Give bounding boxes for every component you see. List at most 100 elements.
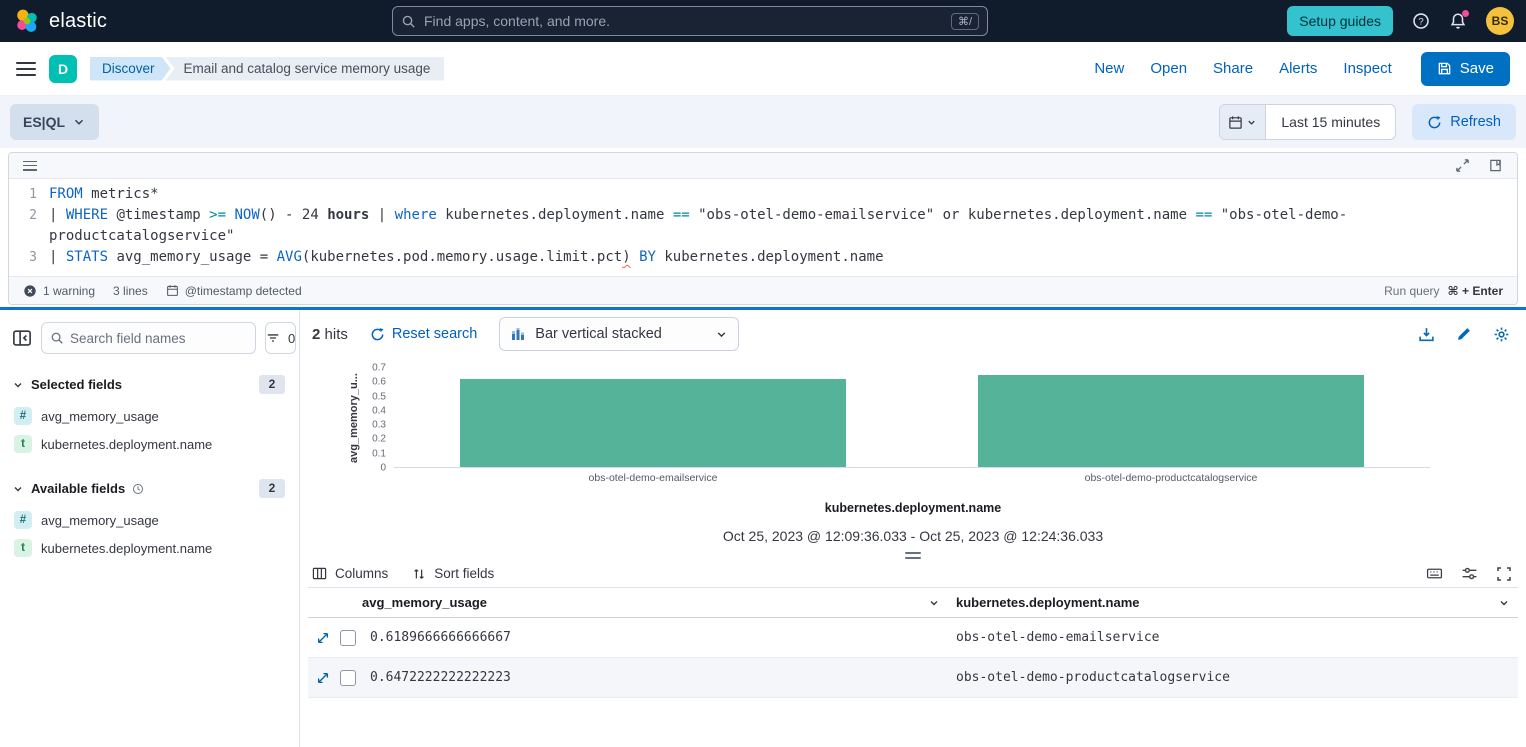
y-tick-label: 0.1 — [372, 448, 386, 459]
x-category-label: obs-otel-demo-emailservice — [394, 472, 912, 484]
field-filter-count: 0 — [288, 331, 295, 346]
documentation-icon[interactable] — [1488, 158, 1503, 173]
global-header: elastic ⌘/ Setup guides ? BS — [0, 0, 1526, 42]
breadcrumb: Discover Email and catalog service memor… — [90, 57, 444, 81]
reset-search-button[interactable]: Reset search — [370, 326, 477, 342]
svg-text:?: ? — [1418, 16, 1423, 27]
keyboard-shortcuts-icon[interactable] — [1426, 565, 1443, 582]
available-fields-list: # avg_memory_usage t kubernetes.deployme… — [12, 506, 285, 562]
edit-visualization-icon[interactable] — [1456, 326, 1472, 342]
search-shortcut-badge: ⌘/ — [951, 13, 979, 30]
save-visualization-icon[interactable] — [1418, 326, 1435, 343]
number-field-icon: # — [14, 511, 32, 529]
expand-row-icon[interactable] — [316, 631, 330, 645]
field-type-filter-button[interactable]: 0 — [265, 322, 296, 354]
sort-fields-button[interactable]: Sort fields — [412, 566, 494, 581]
available-fields-header[interactable]: Available fields 2 — [12, 479, 285, 498]
field-search[interactable] — [41, 322, 256, 354]
query-history-icon[interactable] — [23, 161, 37, 171]
time-range-value[interactable]: Last 15 minutes — [1266, 105, 1395, 139]
row-checkbox[interactable] — [340, 630, 356, 646]
cell-deployment-name: obs-otel-demo-emailservice — [948, 630, 1518, 645]
available-fields-count: 2 — [259, 479, 285, 498]
editor-code[interactable]: 1FROM metrics*2| WHERE @timestamp >= NOW… — [9, 179, 1517, 276]
cell-deployment-name: obs-otel-demo-productcatalogservice — [948, 670, 1518, 685]
results-toolbar: 2 hits Reset search Bar vertical stacked — [308, 310, 1518, 354]
date-quick-select-button[interactable] — [1220, 105, 1266, 139]
editor-footer: 1 warning 3 lines @timestamp detected Ru… — [9, 276, 1517, 304]
selected-fields-label: Selected fields — [31, 377, 122, 392]
breadcrumb-discover[interactable]: Discover — [90, 57, 171, 81]
expand-editor-icon[interactable] — [1455, 158, 1470, 173]
string-field-icon: t — [14, 435, 32, 453]
main-menu-icon[interactable] — [16, 62, 36, 76]
user-avatar[interactable]: BS — [1486, 7, 1514, 35]
y-tick-label: 0.5 — [372, 391, 386, 402]
column-header-avg-memory-usage[interactable]: avg_memory_usage — [308, 588, 948, 617]
code-line: 3| STATS avg_memory_usage = AVG(kubernet… — [9, 247, 1517, 268]
refresh-button[interactable]: Refresh — [1412, 104, 1516, 140]
run-query-label[interactable]: Run query — [1384, 284, 1439, 298]
code-line: 2| WHERE @timestamp >= NOW() - 24 hours … — [9, 205, 1517, 247]
results-panel: 2 hits Reset search Bar vertical stacked — [300, 310, 1526, 747]
selected-fields-header[interactable]: Selected fields 2 — [12, 375, 285, 394]
fullscreen-icon[interactable] — [1496, 566, 1512, 582]
open-button[interactable]: Open — [1150, 60, 1187, 77]
global-search[interactable]: ⌘/ — [392, 6, 988, 36]
save-button-label: Save — [1460, 60, 1494, 77]
chevron-down-icon — [72, 115, 86, 129]
global-search-input[interactable] — [424, 13, 943, 29]
notifications-bell-icon[interactable] — [1449, 12, 1467, 30]
chevron-down-icon — [1498, 597, 1510, 609]
field-search-input[interactable] — [70, 331, 247, 346]
bar-obs-otel-demo-productcatalogservice[interactable] — [978, 375, 1364, 467]
available-fields-label: Available fields — [31, 481, 125, 496]
refresh-button-label: Refresh — [1450, 114, 1501, 130]
breadcrumb-saved-search-title[interactable]: Email and catalog service memory usage — [166, 57, 445, 81]
column-header-label: kubernetes.deployment.name — [956, 595, 1140, 610]
string-field-icon: t — [14, 539, 32, 557]
reset-search-label: Reset search — [392, 326, 477, 342]
setup-guides-button[interactable]: Setup guides — [1287, 6, 1393, 36]
space-avatar[interactable]: D — [49, 55, 77, 83]
editor-toolbar — [9, 153, 1517, 179]
date-picker: Last 15 minutes — [1219, 104, 1396, 140]
collapse-sidebar-icon[interactable] — [12, 328, 32, 348]
row-checkbox[interactable] — [340, 670, 356, 686]
share-button[interactable]: Share — [1213, 60, 1253, 77]
search-icon — [50, 331, 64, 345]
field-item-deployment-name[interactable]: t kubernetes.deployment.name — [12, 430, 285, 458]
field-item-avg-memory-usage[interactable]: # avg_memory_usage — [12, 506, 285, 534]
field-item-deployment-name[interactable]: t kubernetes.deployment.name — [12, 534, 285, 562]
query-bar: ES|QL Last 15 minutes Refresh — [0, 96, 1526, 148]
field-item-avg-memory-usage[interactable]: # avg_memory_usage — [12, 402, 285, 430]
warning-icon — [23, 284, 37, 298]
chart-type-select[interactable]: Bar vertical stacked — [499, 317, 739, 351]
expand-row-icon[interactable] — [316, 671, 330, 685]
elastic-logo-icon[interactable] — [14, 8, 40, 34]
column-header-deployment-name[interactable]: kubernetes.deployment.name — [948, 588, 1518, 617]
y-tick-label: 0.4 — [372, 405, 386, 416]
alerts-button[interactable]: Alerts — [1279, 60, 1317, 77]
y-tick-label: 0 — [380, 463, 386, 474]
y-axis: 00.10.20.30.40.50.60.7 — [362, 368, 394, 468]
reset-icon — [370, 327, 385, 342]
new-button[interactable]: New — [1094, 60, 1124, 77]
chevron-down-icon — [1246, 117, 1257, 128]
save-button[interactable]: Save — [1421, 52, 1510, 86]
bar-obs-otel-demo-emailservice[interactable] — [460, 379, 846, 467]
display-options-icon[interactable] — [1461, 565, 1478, 582]
inspect-button[interactable]: Inspect — [1343, 60, 1391, 77]
y-tick-label: 0.7 — [372, 363, 386, 374]
esql-mode-button[interactable]: ES|QL — [10, 104, 99, 140]
chart-options-gear-icon[interactable] — [1493, 326, 1510, 343]
warning-count[interactable]: 1 warning — [43, 284, 95, 298]
columns-label: Columns — [335, 566, 388, 581]
columns-icon — [312, 566, 327, 581]
number-field-icon: # — [14, 407, 32, 425]
columns-button[interactable]: Columns — [312, 566, 388, 581]
field-name: avg_memory_usage — [41, 513, 159, 528]
field-name: kubernetes.deployment.name — [41, 541, 212, 556]
help-icon[interactable]: ? — [1412, 12, 1430, 30]
chart-resize-handle[interactable] — [905, 552, 921, 559]
